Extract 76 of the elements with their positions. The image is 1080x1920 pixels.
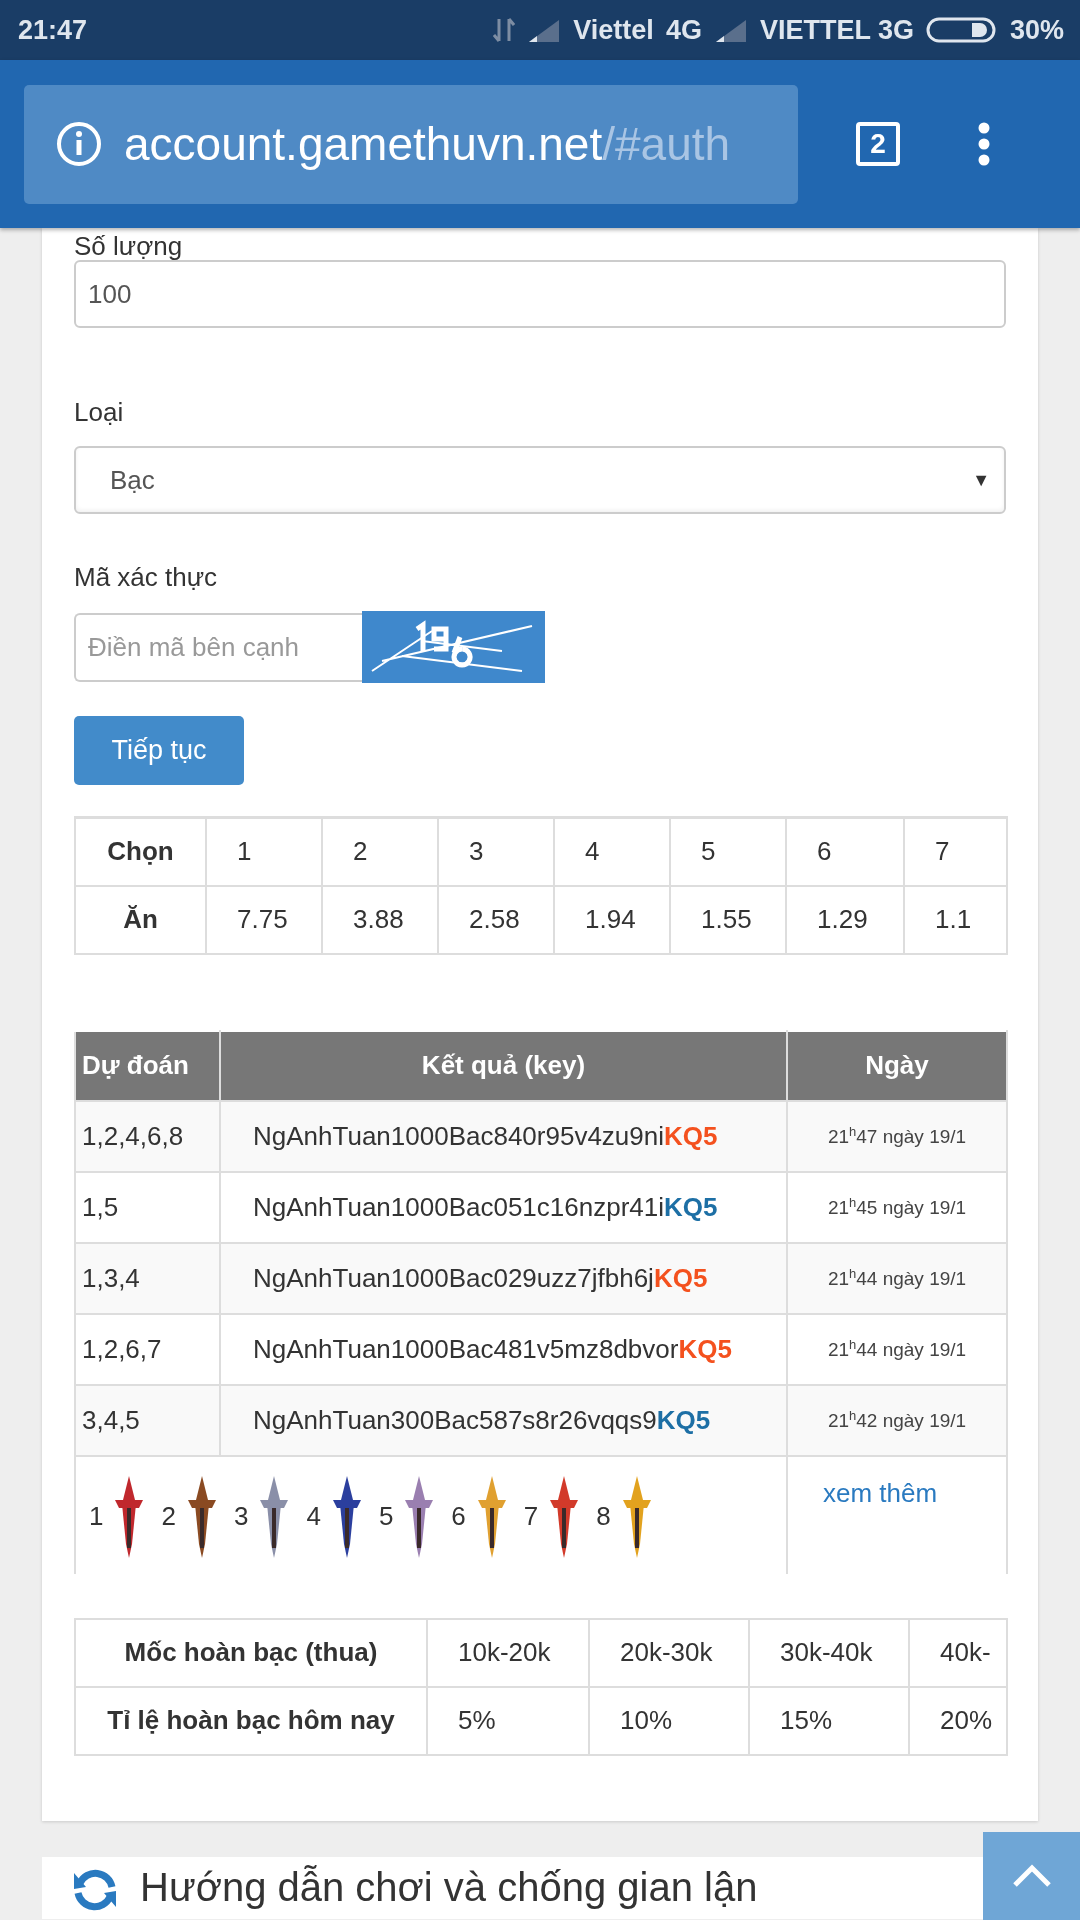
carrier-name: Viettel bbox=[573, 14, 654, 46]
date-cell: 21$^{h}$44 ngày 19/1 bbox=[787, 1313, 1007, 1385]
quantity-field[interactable]: 100 bbox=[74, 260, 1006, 328]
battery-percent: 30% bbox=[1009, 14, 1064, 46]
menu-icon[interactable] bbox=[978, 122, 990, 166]
table-cell: 3 bbox=[438, 817, 554, 886]
field-label: Số lượng bbox=[74, 230, 183, 263]
row-header: Chọn bbox=[75, 817, 206, 886]
date-cell: 21$^{h}$45 ngày 19/1 bbox=[787, 1171, 1007, 1243]
table-cell: 5 bbox=[670, 817, 786, 886]
date-cell: 21$^{h}$44 ngày 19/1 bbox=[787, 1242, 1007, 1314]
table-cell: 20k-30k bbox=[589, 1618, 749, 1687]
carrier-name: VIETTEL 3G bbox=[759, 14, 914, 46]
weapon-number: 2 bbox=[161, 1501, 176, 1532]
weapon-number: 6 bbox=[451, 1501, 466, 1532]
field-label: Loại bbox=[74, 396, 124, 429]
signal-icon bbox=[527, 18, 562, 42]
table-cell: 4 bbox=[554, 817, 670, 886]
result-key: NgAnhTuan300Bac587s8r26vqqs9KQ5 bbox=[220, 1384, 787, 1456]
date-cell: 21$^{h}$47 ngày 19/1 bbox=[787, 1100, 1007, 1172]
weapon-number: 5 bbox=[378, 1501, 394, 1532]
row-header: Mốc hoàn bạc (thua) bbox=[75, 1618, 427, 1687]
weapon-number: 3 bbox=[233, 1501, 249, 1532]
type-dropdown[interactable]: Bạc ▼ bbox=[74, 446, 1006, 514]
captcha-field[interactable]: Điền mã bên cạnh bbox=[74, 612, 362, 682]
url-text: account.gamethuvn.net/#auth bbox=[124, 117, 731, 171]
table-cell: 7 bbox=[904, 817, 1007, 886]
table-cell: 1.29 bbox=[786, 885, 904, 954]
table-cell: 40k- bbox=[909, 1618, 1007, 1687]
clock: 21:47 bbox=[18, 14, 88, 46]
table-cell: 5% bbox=[427, 1686, 589, 1755]
table-cell: 2.58 bbox=[438, 885, 554, 954]
field-label: Mã xác thực bbox=[74, 561, 218, 594]
address-bar[interactable]: account.gamethuvn.net/#auth bbox=[24, 84, 798, 204]
info-icon bbox=[56, 121, 102, 167]
table-cell: 3.88 bbox=[322, 885, 438, 954]
data-arrows-icon bbox=[493, 17, 516, 43]
chevron-up-icon bbox=[1011, 1864, 1052, 1888]
table-cell: 15% bbox=[749, 1686, 909, 1755]
caret-icon: ▼ bbox=[972, 469, 990, 491]
table-cell: 1 bbox=[206, 817, 322, 886]
column-header: Ngày bbox=[787, 1030, 1007, 1101]
date-cell: 21$^{h}$42 ngày 19/1 bbox=[787, 1384, 1007, 1456]
table-cell: 1,3,4 bbox=[75, 1242, 220, 1314]
table-cell: 1,5 bbox=[75, 1171, 220, 1243]
weapon-number: 1 bbox=[89, 1501, 104, 1532]
continue-button[interactable]: Tiếp tục bbox=[74, 716, 244, 785]
table-cell: 1.55 bbox=[670, 885, 786, 954]
table-cell: 20% bbox=[909, 1686, 1007, 1755]
weapon-number: 8 bbox=[596, 1501, 611, 1532]
table-cell: 1,2,4,6,8 bbox=[75, 1100, 220, 1172]
table-cell: 10k-20k bbox=[427, 1618, 589, 1687]
weapon-number: 7 bbox=[523, 1501, 539, 1532]
table-cell: 30k-40k bbox=[749, 1618, 909, 1687]
row-header: Tỉ lệ hoàn bạc hôm nay bbox=[75, 1686, 427, 1755]
table-cell: 2 bbox=[322, 817, 438, 886]
tab-count-button[interactable]: 2 bbox=[856, 122, 900, 166]
table-cell: 3,4,5 bbox=[75, 1384, 220, 1456]
table-cell: 7.75 bbox=[206, 885, 322, 954]
table-cell: 1.1 bbox=[904, 885, 1007, 954]
see-more-link[interactable]: xem thêm bbox=[823, 1477, 938, 1509]
battery-icon bbox=[925, 17, 998, 43]
section-heading: Hướng dẫn chơi và chống gian lận bbox=[140, 1863, 758, 1911]
table-cell: 10% bbox=[589, 1686, 749, 1755]
result-key: NgAnhTuan1000Bac051c16nzpr41iKQ5 bbox=[220, 1171, 787, 1243]
column-header: Dự đoán bbox=[75, 1030, 220, 1101]
table-cell: 6 bbox=[786, 817, 904, 886]
result-key: NgAnhTuan1000Bac029uzz7jfbh6jKQ5 bbox=[220, 1242, 787, 1314]
table-cell: 1,2,6,7 bbox=[75, 1313, 220, 1385]
network-type: 4G bbox=[665, 14, 702, 46]
table-cell: 1.94 bbox=[554, 885, 670, 954]
row-header: Ăn bbox=[75, 885, 206, 954]
column-header: Kết quả (key) bbox=[220, 1030, 787, 1101]
result-key: NgAnhTuan1000Bac481v5mz8dbvorKQ5 bbox=[220, 1313, 787, 1385]
result-key: NgAnhTuan1000Bac840r95v4zu9niKQ5 bbox=[220, 1100, 787, 1172]
weapon-number: 4 bbox=[306, 1501, 321, 1532]
